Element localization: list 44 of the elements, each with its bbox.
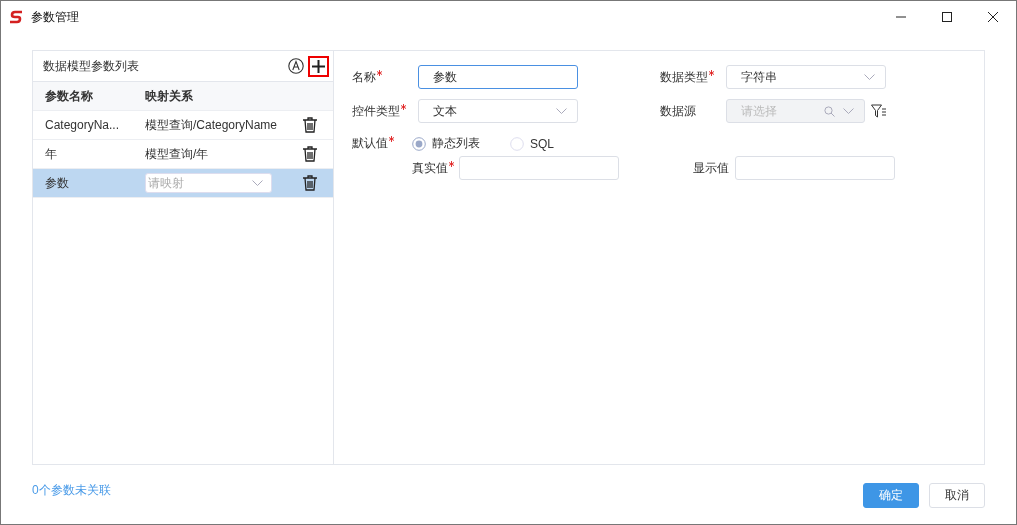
required-icon <box>377 69 382 76</box>
trash-icon[interactable] <box>303 175 317 191</box>
table-cell-text: 参数 <box>44 174 70 192</box>
real-value-field[interactable] <box>459 156 619 180</box>
column-header: 参数名称 <box>44 87 94 105</box>
caret-icon <box>864 74 875 80</box>
display-value-field[interactable] <box>735 156 895 180</box>
trash-icon[interactable] <box>303 117 317 133</box>
field-label: 控件类型 <box>352 102 400 120</box>
trash-icon[interactable] <box>303 146 317 162</box>
window-title: 参数管理 <box>31 8 79 26</box>
radio-icon[interactable] <box>412 136 426 151</box>
field-label: 数据类型 <box>660 68 708 86</box>
field-label: 名称 <box>352 68 376 86</box>
caret-icon <box>843 108 854 114</box>
caret-icon <box>252 180 263 186</box>
required-icon <box>401 103 406 110</box>
name-field[interactable]: 参数 <box>418 65 578 89</box>
search-icon <box>824 105 835 117</box>
radio-option[interactable]: 静态列表 <box>412 135 480 152</box>
app-logo-icon <box>9 10 25 24</box>
table-row[interactable]: CategoryNa... 模型查询/CategoryName <box>33 111 333 140</box>
add-icon[interactable] <box>308 55 329 77</box>
data-type-select[interactable]: 字符串 <box>726 65 886 89</box>
field-label: 数据源 <box>660 102 696 120</box>
circle-a-icon[interactable] <box>288 58 304 74</box>
column-header: 映射关系 <box>145 87 194 105</box>
required-icon <box>449 160 454 167</box>
caret-icon <box>556 108 567 114</box>
field-label: 默认值 <box>352 135 388 152</box>
control-type-select[interactable]: 文本 <box>418 99 578 123</box>
required-icon <box>389 136 394 142</box>
table-cell-text: 模型查询/年 <box>145 145 210 163</box>
table-cell-text: 年 <box>44 145 58 163</box>
field-label: 真实值 <box>412 159 448 177</box>
table-row[interactable]: 参数 请映射 <box>33 169 333 198</box>
required-icon <box>709 69 714 76</box>
panel-title: 数据模型参数列表 <box>43 57 140 75</box>
dialog-button[interactable]: 取消 <box>929 483 985 508</box>
field-label: 显示值 <box>693 159 729 177</box>
filter-icon[interactable] <box>871 104 886 118</box>
table-cell-text: 模型查询/CategoryName <box>145 116 279 134</box>
radio-option[interactable]: SQL <box>510 136 554 151</box>
table-cell-text: CategoryNa... <box>44 118 121 132</box>
